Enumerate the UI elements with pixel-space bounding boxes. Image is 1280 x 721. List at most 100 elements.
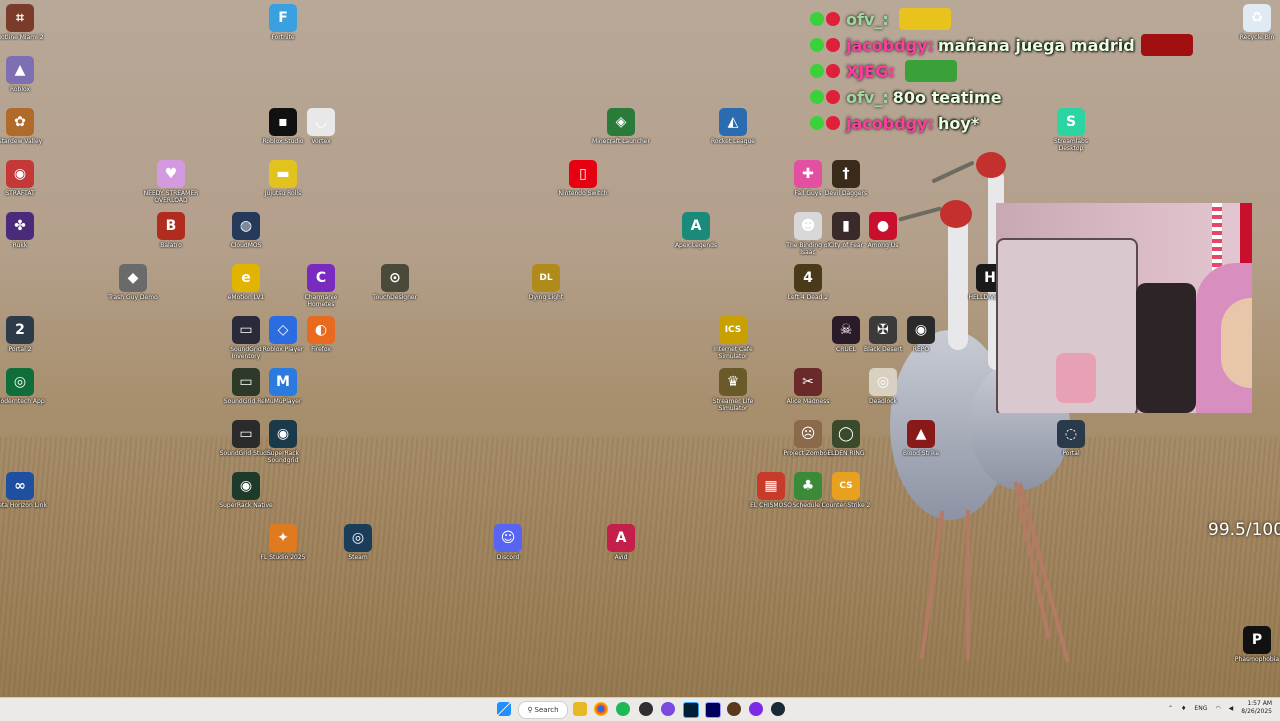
app-icon: ♥	[157, 160, 185, 188]
desktop-icon-repo[interactable]: ◉ REPO	[891, 316, 951, 353]
desktop-icon-vortex[interactable]: ◡ Vortex	[291, 108, 351, 145]
desktop-icon-nintendo-switch[interactable]: ▯ Nintendo Switch	[553, 160, 613, 197]
desktop-icon-stardew-valley[interactable]: ✿ Stardew Valley	[0, 108, 50, 145]
desktop-icon-charmanie-hometes[interactable]: C Charmanie Hometes	[291, 264, 351, 308]
app-icon: ▲	[907, 420, 935, 448]
desktop-icon-minecraft-launcher[interactable]: ◈ Minecraft Launcher	[591, 108, 651, 145]
desktop-icon-jujutsu-rolls[interactable]: ▬ Jujutsu Rolls	[253, 160, 313, 197]
desktop-icon-superrack-soundgrid[interactable]: ◉ SuperRack Soundgrid	[253, 420, 313, 464]
desktop-icon-straftat[interactable]: ◉ STRAFTAT	[0, 160, 50, 197]
desktop-icon-deadlock[interactable]: ◎ Deadlock	[853, 368, 913, 405]
desktop-icon-label: CloudMOS	[230, 242, 262, 249]
premiere-icon[interactable]	[705, 702, 721, 718]
chat-message: ofv_:	[810, 6, 1250, 32]
desktop-icon-meta-horizon-link[interactable]: ∞ Meta Horizon Link	[0, 472, 50, 509]
app-icon: ✂	[794, 368, 822, 396]
desktop-icon-streamer-life-simulator[interactable]: ♛ Streamer Life Simulator	[703, 368, 763, 412]
wifi-icon[interactable]: ◠	[1215, 705, 1220, 712]
desktop-icon-alice-madness[interactable]: ✂ Alice Madness	[778, 368, 838, 405]
desktop-icon-cloudmos[interactable]: ◍ CloudMOS	[216, 212, 276, 249]
desktop-icon-hotline-miami-2[interactable]: ⌗ Hotline Miami 2	[0, 4, 50, 41]
desktop-icon-trash-guy-demo[interactable]: ◆ Trash Guy Demo	[103, 264, 163, 301]
app-icon: ◌	[1057, 420, 1085, 448]
desktop-icon-elden-ring[interactable]: ◯ ELDEN RING	[816, 420, 876, 457]
chat-badge-icon	[810, 38, 824, 52]
app-icon: ▬	[269, 160, 297, 188]
app-icon: ◉	[232, 472, 260, 500]
desktop-icon-internet-cafe-simulator[interactable]: ICS Internet Cafe Simulator	[703, 316, 763, 360]
volume-icon[interactable]: ◀	[1229, 705, 1234, 712]
desktop-icon-left-4-dead-2[interactable]: 4 Left 4 Dead 2	[778, 264, 838, 301]
desktop-icon-rukk[interactable]: ✤ Rukk	[0, 212, 50, 249]
steam-icon[interactable]	[771, 702, 785, 716]
app-icon: ◆	[119, 264, 147, 292]
file-explorer-icon[interactable]	[573, 702, 587, 716]
desktop-icon-label: MuMuPlayer	[264, 398, 302, 405]
desktop-icon-apex-legends[interactable]: A Apex Legends	[666, 212, 726, 249]
desktop-icon-among-us[interactable]: ● Among Us	[853, 212, 913, 249]
desktop-icon-fl-studio-2025[interactable]: ✦ FL Studio 2025	[253, 524, 313, 561]
desktop-icon-roblox[interactable]: ▲ Roblox	[0, 56, 50, 93]
start-icon[interactable]	[497, 702, 511, 716]
chrome-icon[interactable]	[594, 702, 608, 716]
desktop-icon-label: Charmanie Hometes	[304, 294, 338, 308]
desktop-icon-label: Left 4 Dead 2	[787, 294, 829, 301]
desktop-icon-steam[interactable]: ◎ Steam	[328, 524, 388, 561]
photoshop-icon[interactable]	[683, 702, 699, 718]
clock[interactable]: 1:57 AM 8/26/2025	[1241, 700, 1272, 716]
desktop-icon-phasmophobia[interactable]: P Phasmophobia	[1227, 626, 1280, 663]
desktop-icon-devil-daggers[interactable]: † Devil Daggers	[816, 160, 876, 197]
desktop-icon-label: Vortex	[311, 138, 331, 145]
app-icon: F	[269, 4, 297, 32]
chat-badge-icon	[826, 12, 840, 26]
desktop-icon-portal-2[interactable]: 2 Portal 2	[0, 316, 50, 353]
chat-badge-icon	[810, 116, 824, 130]
desktop-icon-label: Portal 2	[8, 346, 32, 353]
desktop-icon-rocket-league[interactable]: ◭ Rocket League	[703, 108, 763, 145]
desktop-icon-needy-streamer-overload[interactable]: ♥ NEEDY STREAMER OVERLOAD	[141, 160, 201, 204]
desktop-icon-avid[interactable]: A Avid	[591, 524, 651, 561]
app-icon: ICS	[719, 316, 747, 344]
desktop-icon-emotion-lv1[interactable]: e eMotion LV1	[216, 264, 276, 301]
chevron-up-icon[interactable]: ⌃	[1168, 705, 1173, 712]
taskbar-search[interactable]: ⚲ Search	[518, 701, 568, 719]
desktop-icon-discord[interactable]: ☺ Discord	[478, 524, 538, 561]
app-icon: ◐	[307, 316, 335, 344]
desktop-icon-label: Fortnite	[271, 34, 295, 41]
desktop-icon-blood-strike[interactable]: ▲ Blood Strike	[891, 420, 951, 457]
desktop-icon-fortnite[interactable]: F Fortnite	[253, 4, 313, 41]
desktop-icon-label: REPO	[912, 346, 930, 353]
desktop-icon-label: Minecraft Launcher	[592, 138, 650, 145]
desktop-icon-portal[interactable]: ◌ Portal	[1041, 420, 1101, 457]
desktop-icon-label: Meta Horizon Link	[0, 502, 47, 509]
desktop-icon-firefox[interactable]: ◐ Firefox	[291, 316, 351, 353]
mic-icon[interactable]: ♦	[1181, 705, 1186, 712]
desktop-icon-superrack-native[interactable]: ◉ SuperRack Native	[216, 472, 276, 509]
desktop-icon-dying-light[interactable]: DL Dying Light	[516, 264, 576, 301]
desktop-icon-label: Phasmophobia	[1234, 656, 1280, 663]
app-icon: ✤	[6, 212, 34, 240]
desktop-icon-counter-strike-2[interactable]: CS Counter-Strike 2	[816, 472, 876, 509]
app-icon: ◉	[269, 420, 297, 448]
spotify-icon[interactable]	[616, 702, 630, 716]
app-icon: ⌗	[6, 4, 34, 32]
obs-icon[interactable]	[639, 702, 653, 716]
app-icon: ◉	[6, 160, 34, 188]
app-icon: B	[157, 212, 185, 240]
desktop-icon-touchdesigner[interactable]: ⊙ TouchDesigner	[365, 264, 425, 301]
desktop-icon-balatro[interactable]: B Balatro	[141, 212, 201, 249]
canva-icon[interactable]	[749, 702, 763, 716]
game-icon[interactable]	[727, 702, 741, 716]
app-icon: ◈	[607, 108, 635, 136]
language-indicator[interactable]: ENG	[1194, 705, 1207, 712]
desktop-icon-mumuplayer[interactable]: M MuMuPlayer	[253, 368, 313, 405]
app-icon: ♛	[719, 368, 747, 396]
desktop-icon-label: Apex Legends	[674, 242, 718, 249]
desktop-icon-label: Blood Strike	[902, 450, 940, 457]
desktop-icon-moderntech-app[interactable]: ◎ Moderntech App	[0, 368, 50, 405]
app-icon: ◎	[869, 368, 897, 396]
chat-message: jacobdgy: mañana juega madrid	[810, 32, 1250, 58]
chatterino-icon[interactable]	[661, 702, 675, 716]
desktop-icon-label: Rocket League	[711, 138, 755, 145]
chat-badge-icon	[826, 116, 840, 130]
